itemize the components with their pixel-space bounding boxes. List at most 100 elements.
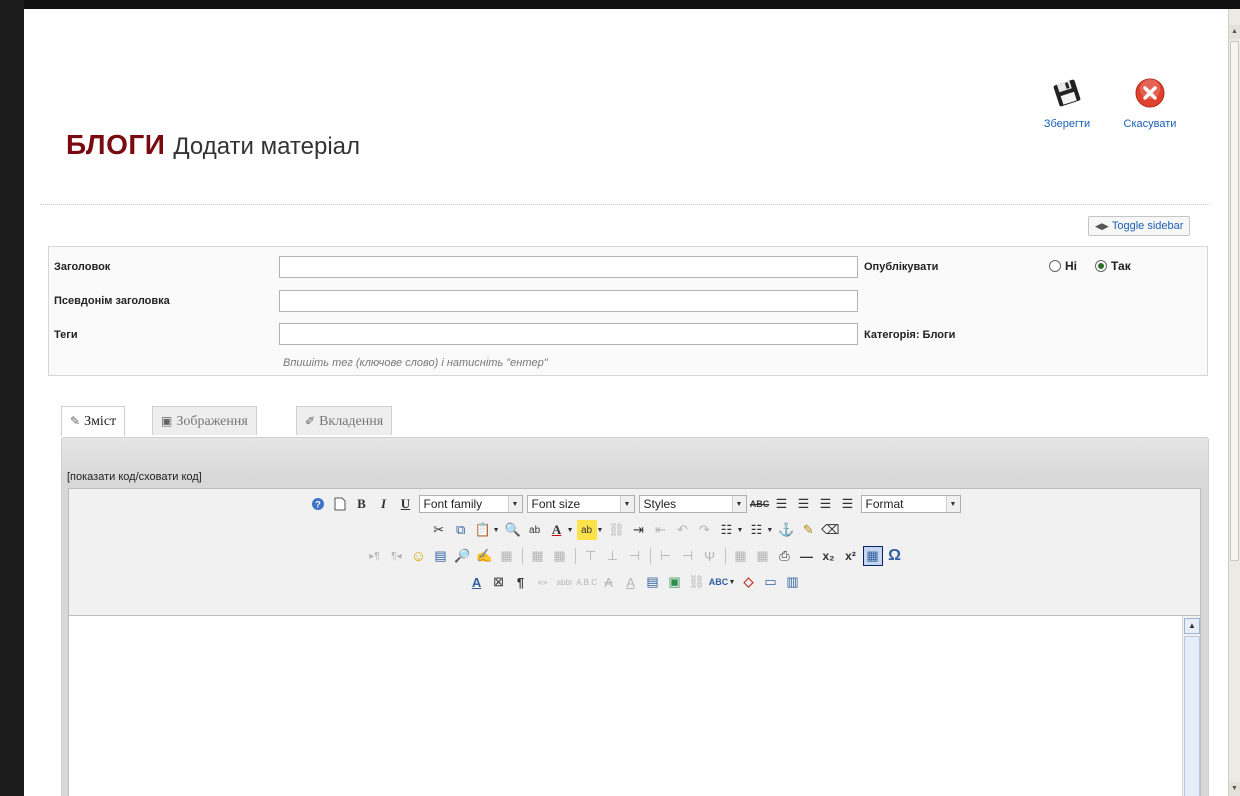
align-justify-icon[interactable]: ☰ (838, 494, 858, 514)
editor-toolbar-row-1: ? B I U Font family ▼ Font size ▼ Styles ▼ … (69, 493, 1200, 515)
acronym-icon[interactable]: A.B.C (576, 572, 597, 592)
delete-row-icon[interactable]: ⊣ (625, 546, 645, 566)
bullet-list-icon[interactable]: ☷ (746, 520, 766, 540)
scroll-thumb[interactable] (1230, 41, 1239, 561)
link-icon[interactable]: ⛓ (687, 572, 707, 592)
scroll-up-icon[interactable]: ▲ (1184, 618, 1200, 634)
visual-aid-icon[interactable]: ▦ (862, 546, 883, 566)
html-source-icon[interactable]: ◇ (738, 572, 758, 592)
split-cells-icon[interactable]: ▦ (731, 546, 751, 566)
font-family-select[interactable]: Font family ▼ (418, 495, 523, 513)
horizontal-rule-icon[interactable]: — (797, 546, 817, 566)
paste-icon[interactable]: 📋 (473, 520, 493, 540)
special-char-icon[interactable]: Ω (885, 546, 905, 566)
chevron-down-icon: ▼ (507, 496, 522, 512)
chevron-down-icon: ▼ (728, 578, 736, 586)
align-center-icon[interactable]: ☰ (794, 494, 814, 514)
scroll-thumb[interactable]: ≡ (1184, 636, 1200, 796)
cut-icon[interactable]: ✂ (429, 520, 449, 540)
insert-text-icon[interactable]: A (621, 572, 641, 592)
scroll-up-icon[interactable]: ▲ (1229, 25, 1240, 39)
new-document-icon[interactable] (330, 494, 350, 514)
align-left-icon[interactable]: ☰ (772, 494, 792, 514)
editor-scrollbar[interactable]: ▲ ≡ (1182, 616, 1200, 796)
style-props-icon[interactable]: A (467, 572, 487, 592)
outdent-icon[interactable]: ⇤ (650, 520, 670, 540)
read-more-icon[interactable]: ▥ (782, 572, 802, 592)
delete-col-icon[interactable]: Ψ (700, 546, 720, 566)
insert-layer-icon[interactable]: ▦ (497, 546, 517, 566)
redo-icon[interactable]: ↷ (694, 520, 714, 540)
merge-cells-icon[interactable]: ▦ (753, 546, 773, 566)
publish-yes-option[interactable]: Так (1095, 259, 1131, 273)
print-icon[interactable]: ⎙ (775, 546, 795, 566)
toolbar-separator (574, 548, 576, 564)
abbr-icon[interactable]: abbr (555, 572, 575, 592)
cleanup-icon[interactable]: ✎ (798, 520, 818, 540)
toggle-sidebar-button[interactable]: ◀▶ Toggle sidebar (1088, 216, 1191, 236)
spellcheck-icon[interactable]: ABC (709, 572, 729, 592)
styles-select[interactable]: Styles ▼ (638, 495, 747, 513)
col-after-icon[interactable]: ⊣ (678, 546, 698, 566)
delete-text-icon[interactable]: A (599, 572, 619, 592)
ltr-icon[interactable]: ▸¶ (365, 546, 385, 566)
svg-text:?: ? (315, 500, 321, 510)
align-right-icon[interactable]: ☰ (816, 494, 836, 514)
tab-attachments[interactable]: ✐ Вкладення (296, 406, 393, 435)
font-size-select[interactable]: Font size ▼ (526, 495, 635, 513)
image-insert-icon[interactable]: ▣ (665, 572, 685, 592)
numbered-list-icon[interactable]: ☷ (716, 520, 736, 540)
scroll-down-icon[interactable]: ▼ (1229, 782, 1240, 796)
anchor-icon[interactable]: ⚓ (776, 520, 796, 540)
subscript-icon[interactable]: x₂ (819, 546, 839, 566)
copy-icon[interactable]: ⧉ (451, 520, 471, 540)
tags-input[interactable] (279, 323, 858, 345)
col-before-icon[interactable]: ⊢ (656, 546, 676, 566)
radio-yes[interactable] (1095, 260, 1107, 272)
row-after-icon[interactable]: ⊥ (603, 546, 623, 566)
find-icon[interactable]: 🔍 (503, 520, 523, 540)
strikethrough-icon[interactable]: ABC (750, 494, 770, 514)
tab-images[interactable]: ▣ Зображення (152, 406, 257, 435)
highlight-color-icon[interactable]: ab (576, 520, 597, 540)
cite-icon[interactable]: «» (533, 572, 553, 592)
page-break-icon[interactable]: ▭ (760, 572, 780, 592)
rtl-icon[interactable]: ¶◂ (387, 546, 407, 566)
undo-icon[interactable]: ↶ (672, 520, 692, 540)
radio-no[interactable] (1049, 260, 1061, 272)
emoticon-icon[interactable]: ☺ (409, 546, 429, 566)
code-toggle-link[interactable]: [показати код/сховати код] (67, 471, 202, 483)
text-color-icon[interactable]: A (547, 520, 567, 540)
underline-icon[interactable]: U (396, 494, 416, 514)
tab-content[interactable]: ✎ Зміст (61, 406, 126, 436)
show-blocks-icon[interactable]: ¶ (511, 572, 531, 592)
template-icon[interactable]: ✍ (475, 546, 495, 566)
table-icon[interactable]: ▦ (528, 546, 548, 566)
page-scrollbar[interactable]: ▲ ▼ (1228, 9, 1240, 796)
superscript-icon[interactable]: x² (841, 546, 861, 566)
cancel-button[interactable]: Скасувати (1110, 77, 1190, 130)
format-select[interactable]: Format ▼ (860, 495, 961, 513)
page-area: Зберегти Скасувати БЛОГИ Додати матеріал … (24, 9, 1228, 796)
font-size-value: Font size (531, 497, 581, 511)
unlink-icon[interactable]: ⛓ (606, 520, 626, 540)
fullscreen-icon[interactable]: ⊠ (489, 572, 509, 592)
attributes-icon[interactable]: ▤ (643, 572, 663, 592)
table-props-icon[interactable]: ▦ (550, 546, 570, 566)
replace-icon[interactable]: ab (525, 520, 545, 540)
help-icon[interactable]: ? (308, 494, 328, 514)
publish-no-option[interactable]: Ні (1049, 259, 1077, 273)
indent-icon[interactable]: ⇥ (628, 520, 648, 540)
bold-icon[interactable]: B (352, 494, 372, 514)
media-icon[interactable]: ▤ (431, 546, 451, 566)
eraser-icon[interactable]: ⌫ (820, 520, 840, 540)
editor-content-area[interactable]: ▲ ≡ (69, 615, 1200, 796)
tab-images-label: Зображення (176, 414, 248, 429)
preview-icon[interactable]: 🔎 (453, 546, 473, 566)
save-button[interactable]: Зберегти (1032, 77, 1102, 130)
title-input[interactable] (279, 256, 858, 278)
row-before-icon[interactable]: ⊤ (581, 546, 601, 566)
alias-input[interactable] (279, 290, 858, 312)
italic-icon[interactable]: I (374, 494, 394, 514)
font-family-value: Font family (423, 497, 483, 511)
